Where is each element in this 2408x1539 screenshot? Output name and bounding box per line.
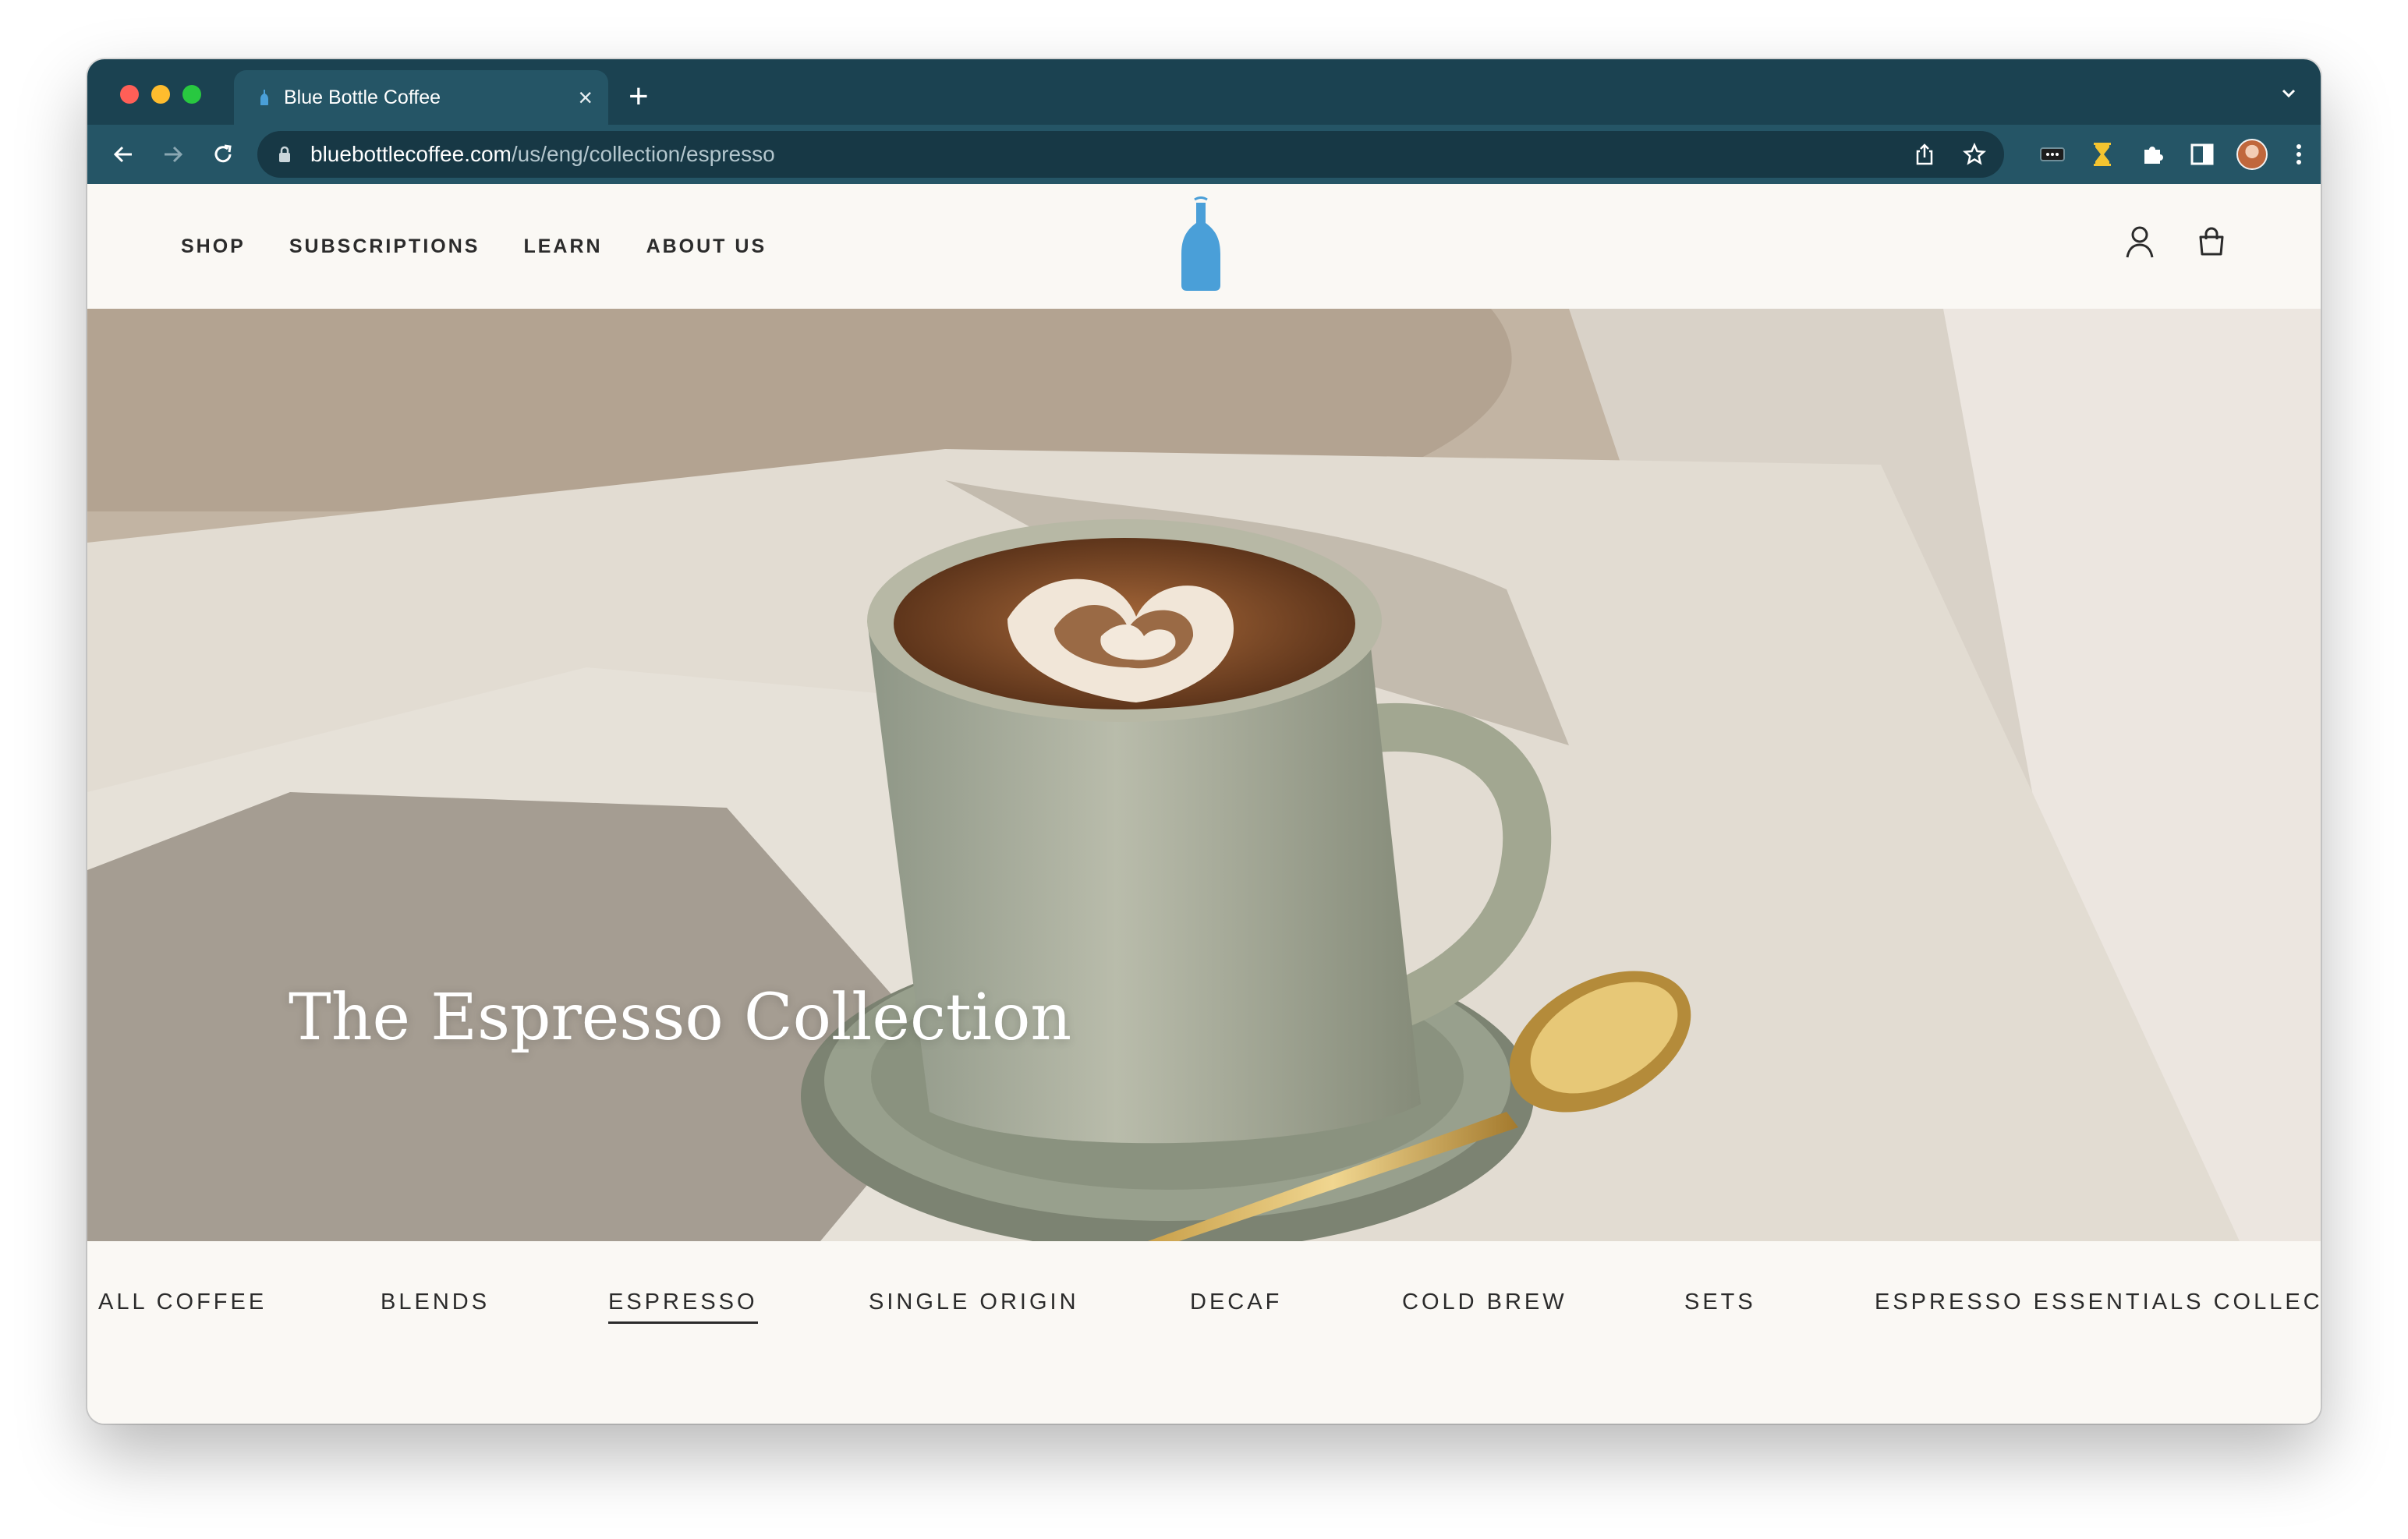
window-controls: [120, 85, 201, 104]
browser-chrome: Blue Bottle Coffee × + bluebottlecoffee.…: [87, 59, 2321, 184]
category-espresso[interactable]: ESPRESSO: [608, 1290, 758, 1324]
minimize-window-button[interactable]: [151, 85, 170, 104]
extension-dots-icon[interactable]: [2034, 136, 2071, 173]
hero-banner: The Espresso Collection: [87, 309, 2321, 1241]
close-window-button[interactable]: [120, 85, 139, 104]
zoom-window-button[interactable]: [182, 85, 201, 104]
hourglass-icon[interactable]: [2084, 136, 2121, 173]
category-single-origin[interactable]: SINGLE ORIGIN: [869, 1290, 1079, 1321]
tab-title: Blue Bottle Coffee: [284, 86, 441, 108]
back-icon[interactable]: [108, 139, 139, 170]
category-cold-brew[interactable]: COLD BREW: [1402, 1290, 1567, 1321]
browser-tab[interactable]: Blue Bottle Coffee ×: [234, 70, 608, 125]
category-nav: ALL COFFEE BLENDS ESPRESSO SINGLE ORIGIN…: [87, 1241, 2321, 1424]
category-sets[interactable]: SETS: [1684, 1290, 1756, 1321]
account-icon[interactable]: [2123, 225, 2157, 259]
lock-icon[interactable]: [278, 144, 295, 165]
main-nav: SHOP SUBSCRIPTIONS LEARN ABOUT US: [181, 184, 767, 309]
address-bar[interactable]: bluebottlecoffee.com/us/eng/collection/e…: [257, 131, 2004, 178]
reload-icon[interactable]: [207, 139, 239, 170]
hero-title: The Espresso Collection: [289, 981, 1072, 1055]
nav-subscriptions-link[interactable]: SUBSCRIPTIONS: [289, 235, 480, 258]
side-panel-icon[interactable]: [2183, 136, 2221, 173]
category-blends[interactable]: BLENDS: [381, 1290, 490, 1321]
category-decaf[interactable]: DECAF: [1190, 1290, 1282, 1321]
nav-learn-link[interactable]: LEARN: [523, 235, 602, 258]
puzzle-icon[interactable]: [2134, 136, 2171, 173]
profile-avatar[interactable]: [2233, 136, 2271, 173]
tab-list-chevron-icon[interactable]: [2279, 83, 2299, 107]
category-espresso-essentials-collection[interactable]: ESPRESSO ESSENTIALS COLLECTION: [1875, 1290, 2321, 1321]
category-all-coffee[interactable]: ALL COFFEE: [98, 1290, 267, 1321]
bookmark-star-icon[interactable]: [1959, 139, 1990, 170]
header-icons: [2123, 225, 2229, 259]
menu-kebab-icon[interactable]: [2280, 136, 2318, 173]
blue-bottle-logo[interactable]: [1181, 196, 1221, 292]
forward-icon[interactable]: [158, 139, 189, 170]
nav-about-us-link[interactable]: ABOUT US: [646, 235, 767, 258]
share-icon[interactable]: [1909, 139, 1940, 170]
url-text[interactable]: bluebottlecoffee.com/us/eng/collection/e…: [310, 142, 775, 167]
hero-photo-coffee-cup: [87, 309, 2321, 1241]
browser-window: Blue Bottle Coffee × + bluebottlecoffee.…: [87, 59, 2321, 1424]
tab-close-icon[interactable]: ×: [578, 85, 593, 110]
browser-toolbar: bluebottlecoffee.com/us/eng/collection/e…: [87, 125, 2321, 184]
cart-icon[interactable]: [2194, 225, 2229, 259]
bottle-favicon-icon: [259, 88, 270, 107]
new-tab-button[interactable]: +: [629, 80, 649, 114]
nav-shop-link[interactable]: SHOP: [181, 235, 246, 258]
site-header: SHOP SUBSCRIPTIONS LEARN ABOUT US: [87, 184, 2321, 309]
